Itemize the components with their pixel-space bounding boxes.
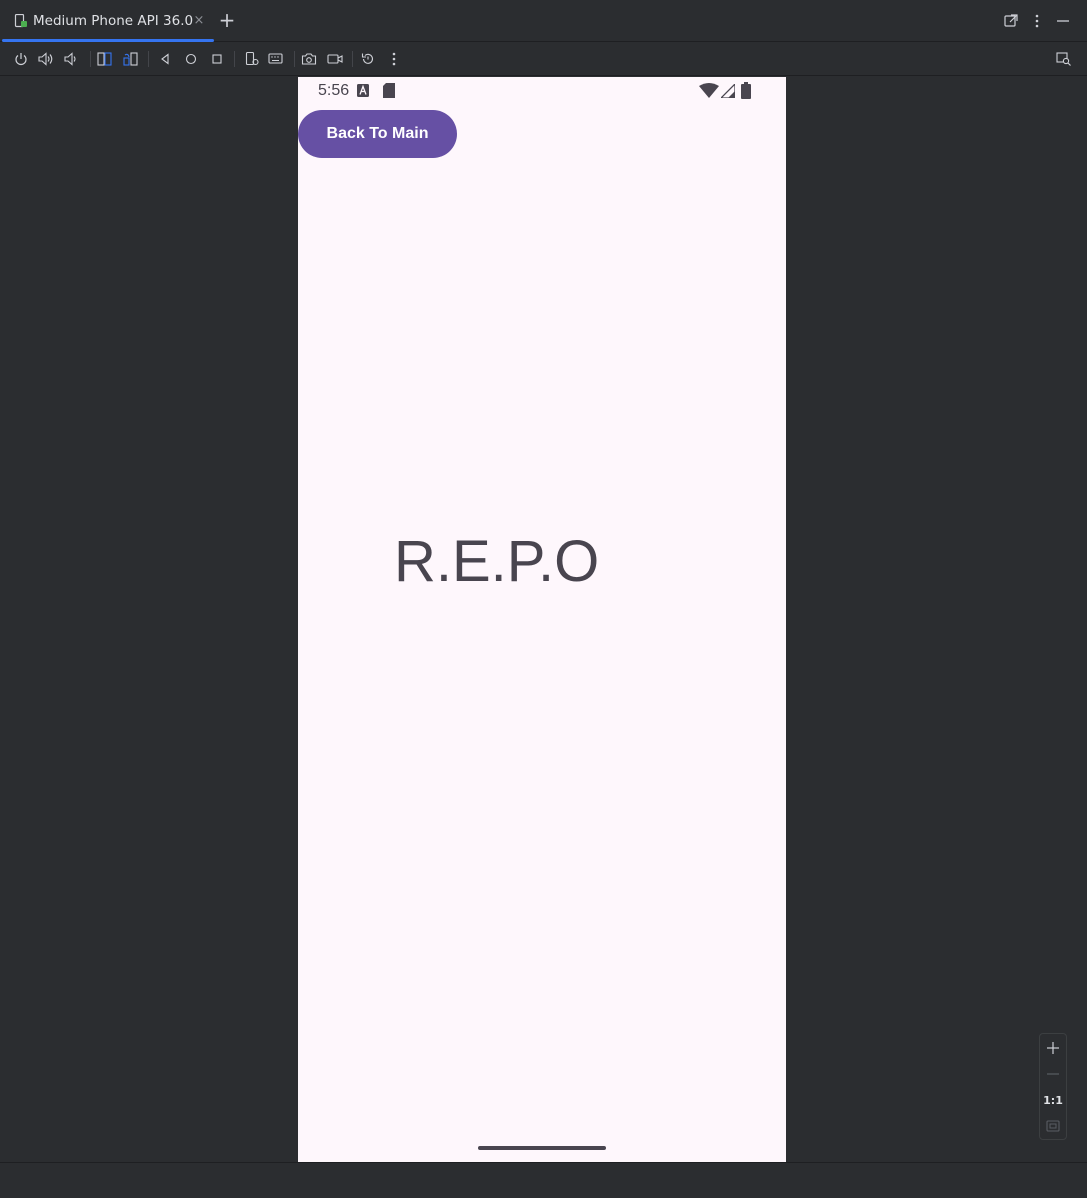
fit-screen-icon[interactable] [1040, 1115, 1066, 1137]
device-settings-icon[interactable] [242, 50, 262, 68]
device-screen[interactable]: 5:56 Back To Main R.E.P.O [298, 77, 786, 1162]
back-to-main-button[interactable]: Back To Main [298, 110, 457, 158]
tab-bar: Medium Phone API 36.0 × + [0, 0, 1087, 42]
toolbar-divider [294, 51, 295, 67]
toolbar-divider [234, 51, 235, 67]
back-icon[interactable] [155, 50, 175, 68]
title-text: R.E.P.O [394, 529, 600, 594]
tab-device[interactable]: Medium Phone API 36.0 [0, 0, 214, 42]
toolbar-divider [90, 51, 91, 67]
zoom-controls: 1:1 [1039, 1033, 1067, 1140]
tab-close-icon[interactable]: × [193, 14, 205, 28]
add-tab-icon[interactable]: + [218, 10, 236, 31]
ide-status-bar [0, 1162, 1087, 1198]
rotate-left-icon[interactable] [95, 50, 115, 68]
screenshot-icon[interactable] [299, 50, 319, 68]
accessibility-notification-icon [357, 84, 369, 97]
more-vertical-icon[interactable] [1027, 11, 1047, 31]
keyboard-icon[interactable] [266, 50, 286, 68]
tab-title: Medium Phone API 36.0 [33, 13, 194, 29]
device-explorer-icon[interactable] [1054, 50, 1074, 68]
sd-card-icon [383, 83, 395, 98]
toolbar-divider [352, 51, 353, 67]
wifi-icon [699, 83, 719, 98]
status-bar-time: 5:56 [318, 82, 350, 99]
open-external-icon[interactable] [1001, 11, 1021, 31]
signal-icon [721, 84, 735, 98]
volume-down-icon[interactable] [61, 50, 81, 68]
emulator-toolbar [0, 43, 1087, 76]
record-icon[interactable] [325, 50, 345, 68]
volume-up-icon[interactable] [36, 50, 56, 68]
zoom-in-icon[interactable] [1040, 1037, 1066, 1059]
toolbar-divider [148, 51, 149, 67]
home-icon[interactable] [181, 50, 201, 68]
more-icon[interactable] [384, 50, 404, 68]
power-icon[interactable] [11, 50, 31, 68]
rotate-right-icon[interactable] [121, 50, 141, 68]
restore-icon[interactable] [358, 50, 378, 68]
battery-icon [741, 82, 751, 99]
minimize-icon[interactable] [1053, 11, 1073, 31]
gesture-navigation-bar[interactable] [478, 1146, 606, 1150]
overview-icon[interactable] [207, 50, 227, 68]
tab-active-indicator [2, 39, 214, 42]
device-icon [14, 14, 27, 28]
zoom-out-icon[interactable] [1040, 1063, 1066, 1085]
actual-size-label: 1:1 [1043, 1093, 1063, 1107]
actual-size-button[interactable]: 1:1 [1040, 1089, 1066, 1111]
